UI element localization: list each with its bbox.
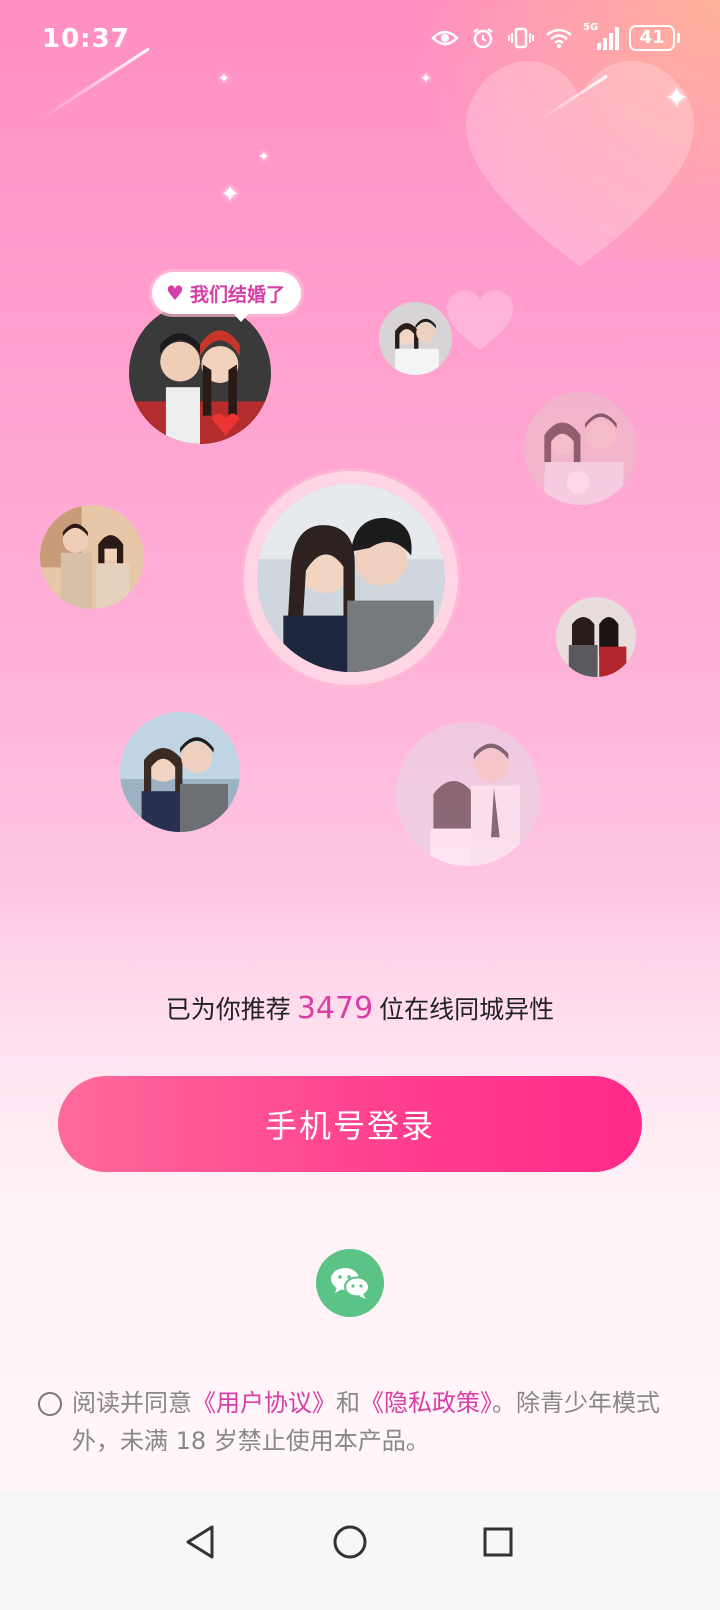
agreement: 阅读并同意《用户协议》和《隐私政策》。除青少年模式外，未满 18 岁禁止使用本产… (38, 1384, 698, 1460)
battery-level: 41 (629, 25, 675, 51)
sparkle-icon: ✦ (220, 180, 241, 208)
network-type: 5G (583, 22, 599, 33)
eye-icon (431, 24, 459, 52)
couple-avatar[interactable] (379, 302, 452, 375)
heart-icon: ♥ (166, 281, 184, 305)
nav-recents-button[interactable] (468, 1512, 528, 1572)
vibrate-icon (507, 24, 535, 52)
bubble-tail (232, 312, 250, 322)
recommend-suffix: 位在线同城异性 (379, 995, 555, 1024)
bubble-text: 我们结婚了 (189, 283, 285, 306)
sparkle-icon: ✦ (258, 149, 270, 165)
agreement-prefix: 阅读并同意 (72, 1389, 192, 1417)
status-icons: 5G 41 (431, 22, 680, 52)
wifi-icon (545, 24, 573, 52)
signal-icon: 5G (583, 22, 619, 52)
battery-icon: 41 (629, 25, 680, 51)
navigation-bar (0, 1492, 720, 1610)
couple-avatar[interactable] (129, 302, 271, 444)
agreement-radio[interactable] (38, 1392, 62, 1416)
home-icon (333, 1525, 367, 1559)
couple-avatar[interactable] (120, 712, 240, 832)
battery-tip (677, 33, 680, 43)
nav-back-button[interactable] (170, 1512, 230, 1572)
back-icon (186, 1525, 214, 1559)
status-time: 10:37 (42, 24, 130, 54)
featured-couple-avatar[interactable] (257, 484, 445, 672)
recommend-count: 3479 (296, 991, 374, 1026)
agreement-text: 阅读并同意《用户协议》和《隐私政策》。除青少年模式外，未满 18 岁禁止使用本产… (38, 1384, 698, 1460)
couple-avatar[interactable] (40, 505, 144, 609)
privacy-policy-link[interactable]: 《隐私政策》 (360, 1389, 492, 1417)
heart-decoration (446, 290, 514, 351)
nav-home-button[interactable] (320, 1512, 380, 1572)
wechat-login-button[interactable] (316, 1249, 384, 1317)
married-bubble: ♥ 我们结婚了 (152, 272, 301, 314)
recommend-text: 已为你推荐 3479 位在线同城异性 (0, 990, 720, 1026)
couple-avatar[interactable] (524, 392, 637, 505)
status-bar: 10:37 5G 41 (0, 0, 720, 84)
recents-icon (483, 1527, 513, 1557)
recommend-prefix: 已为你推荐 (165, 995, 291, 1024)
alarm-icon (469, 24, 497, 52)
couple-avatar[interactable] (556, 597, 636, 677)
wechat-icon (331, 1268, 370, 1299)
agreement-and: 和 (336, 1389, 360, 1417)
user-agreement-link[interactable]: 《用户协议》 (192, 1389, 336, 1417)
phone-login-button[interactable]: 手机号登录 (58, 1076, 642, 1172)
couple-avatar[interactable] (396, 722, 540, 866)
